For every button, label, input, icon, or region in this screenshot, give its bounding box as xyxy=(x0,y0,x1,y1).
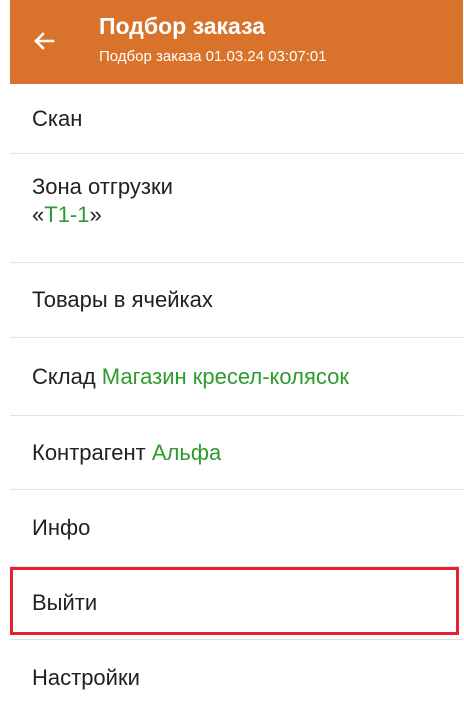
menu-item-label: Выйти xyxy=(32,590,98,615)
warehouse-value: Магазин кресел-колясок xyxy=(101,363,350,389)
arrow-left-icon xyxy=(34,32,55,50)
page-subtitle: Подбор заказа 01.03.24 03:07:01 xyxy=(99,48,327,65)
menu-item-label: Настройки xyxy=(32,664,140,690)
shipping-zone-value: Т1-1 xyxy=(44,202,90,227)
app-toolbar: Подбор заказа Подбор заказа 01.03.24 03:… xyxy=(10,0,463,84)
app-screen: Подбор заказа Подбор заказа 01.03.24 03:… xyxy=(0,0,464,706)
menu-item-label: Склад xyxy=(32,363,96,389)
menu-item-label: Контрагент xyxy=(32,439,146,465)
menu-item-contractor[interactable]: Контрагент Альфа xyxy=(10,416,463,490)
contractor-value: Альфа xyxy=(151,439,222,465)
quote-open: « xyxy=(32,202,45,227)
page-title: Подбор заказа xyxy=(99,13,265,39)
quote-close: » xyxy=(89,202,102,227)
menu-item-shipping-zone[interactable]: Зона отгрузки «Т1-1» xyxy=(10,154,463,263)
menu-item-label: Зона отгрузки xyxy=(32,174,173,199)
menu-item-scan[interactable]: Скан xyxy=(10,84,463,154)
menu-item-warehouse[interactable]: Склад Магазин кресел-колясок xyxy=(10,338,463,416)
menu-item-label: Товары в ячейках xyxy=(32,287,213,312)
menu-item-goods-in-cells[interactable]: Товары в ячейках xyxy=(10,263,463,338)
menu-item-label: Инфо xyxy=(32,515,91,540)
back-button[interactable] xyxy=(28,25,60,57)
menu-item-info[interactable]: Инфо xyxy=(10,490,463,567)
shipping-zone-value-line: «Т1-1» xyxy=(32,201,463,229)
menu-item-settings[interactable]: Настройки xyxy=(10,640,463,715)
menu-item-exit[interactable]: Выйти xyxy=(10,567,463,640)
menu-item-label: Скан xyxy=(32,105,83,131)
action-menu: Скан Зона отгрузки «Т1-1» Товары в ячейк… xyxy=(10,84,463,715)
